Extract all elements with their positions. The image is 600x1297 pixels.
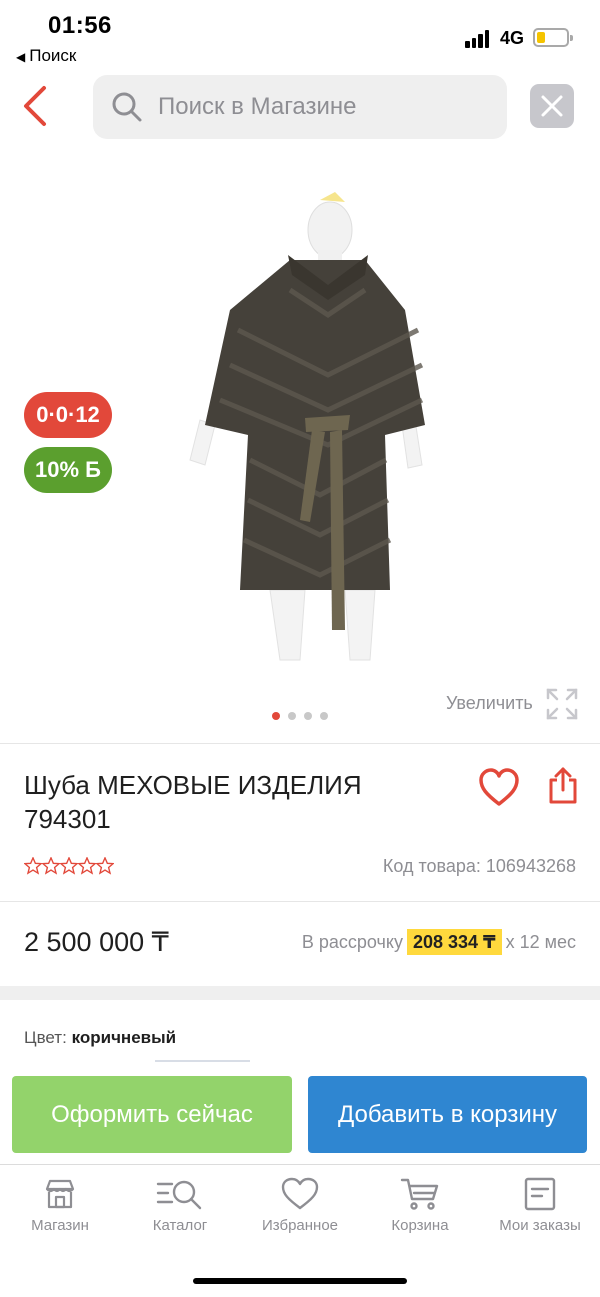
battery-icon bbox=[533, 28, 573, 47]
cart-icon bbox=[400, 1178, 439, 1210]
tab-label: Мои заказы bbox=[499, 1217, 581, 1234]
favorite-button[interactable] bbox=[478, 768, 520, 813]
buy-now-button[interactable]: Оформить сейчас bbox=[12, 1076, 292, 1153]
clear-search-button[interactable] bbox=[530, 84, 574, 128]
installment-prefix: В рассрочку bbox=[301, 932, 403, 952]
gallery-dot[interactable] bbox=[320, 712, 328, 720]
back-to-app-link[interactable]: ◀ Поиск bbox=[16, 46, 76, 66]
product-title: Шуба МЕХОВЫЕ ИЗДЕЛИЯ 794301 bbox=[24, 770, 362, 834]
network-type: 4G bbox=[500, 28, 525, 48]
gallery-dot[interactable] bbox=[288, 712, 296, 720]
search-placeholder: Поиск в Магазине bbox=[158, 93, 357, 120]
star-empty-icon bbox=[60, 857, 78, 875]
status-time: 01:56 bbox=[48, 12, 112, 39]
heart-icon bbox=[479, 768, 519, 806]
star-empty-icon bbox=[24, 857, 42, 875]
color-label: Цвет: bbox=[24, 1028, 67, 1047]
back-button[interactable] bbox=[18, 84, 58, 128]
tab-label: Магазин bbox=[31, 1217, 89, 1234]
bonus-badge: 10% Б bbox=[24, 447, 112, 493]
catalog-search-icon bbox=[156, 1180, 202, 1210]
heart-icon bbox=[281, 1177, 319, 1210]
tab-bar: Магазин Каталог Избранное Корзина Мои за… bbox=[0, 1164, 600, 1244]
product-price: 2 500 000 ₸ bbox=[24, 927, 169, 957]
color-selector: Цвет: коричневый bbox=[24, 1028, 176, 1048]
tab-favorites[interactable]: Избранное bbox=[240, 1177, 360, 1234]
zoom-label: Увеличить bbox=[446, 693, 533, 713]
back-app-label: Поиск bbox=[29, 46, 77, 65]
divider bbox=[0, 743, 600, 744]
star-empty-icon bbox=[78, 857, 96, 875]
color-swatch[interactable] bbox=[155, 1060, 250, 1062]
store-icon bbox=[45, 1179, 75, 1209]
installment-info[interactable]: В рассрочку 208 334 ₸ х 12 мес bbox=[301, 929, 576, 955]
tab-store[interactable]: Магазин bbox=[0, 1177, 120, 1234]
share-icon bbox=[549, 767, 577, 804]
bonus-symbol: Б bbox=[85, 457, 101, 482]
expand-icon bbox=[546, 688, 578, 720]
orders-icon bbox=[524, 1177, 556, 1211]
search-icon bbox=[112, 92, 142, 122]
tab-orders[interactable]: Мои заказы bbox=[480, 1177, 600, 1234]
installment-badge: 0·0·12 bbox=[24, 392, 112, 438]
gallery-dot[interactable] bbox=[272, 712, 280, 720]
tab-label: Каталог bbox=[152, 1217, 208, 1234]
close-icon bbox=[541, 95, 563, 117]
star-empty-icon bbox=[96, 857, 114, 875]
tab-label: Корзина bbox=[391, 1217, 449, 1234]
chevron-left-icon bbox=[24, 86, 46, 126]
section-separator bbox=[0, 986, 600, 1000]
installment-amount: 208 334 ₸ bbox=[406, 929, 502, 955]
star-empty-icon bbox=[42, 857, 60, 875]
home-indicator[interactable] bbox=[193, 1278, 407, 1284]
search-input[interactable]: Поиск в Магазине bbox=[93, 75, 507, 139]
bonus-percent: 10% bbox=[35, 457, 80, 482]
product-code: Код товара: 106943268 bbox=[382, 856, 576, 876]
color-value: коричневый bbox=[71, 1028, 177, 1047]
tab-catalog[interactable]: Каталог bbox=[120, 1177, 240, 1234]
add-to-cart-button[interactable]: Добавить в корзину bbox=[308, 1076, 587, 1153]
status-bar: 01:56 ◀ Поиск 4G bbox=[0, 0, 600, 70]
tab-label: Избранное bbox=[261, 1217, 339, 1234]
signal-icon bbox=[465, 28, 493, 48]
back-triangle-icon: ◀ bbox=[16, 50, 26, 64]
tab-cart[interactable]: Корзина bbox=[360, 1177, 480, 1234]
product-image[interactable] bbox=[160, 190, 450, 670]
share-button[interactable] bbox=[547, 766, 579, 811]
divider bbox=[0, 901, 600, 902]
gallery-dot[interactable] bbox=[304, 712, 312, 720]
installment-suffix: х 12 мес bbox=[505, 932, 576, 952]
